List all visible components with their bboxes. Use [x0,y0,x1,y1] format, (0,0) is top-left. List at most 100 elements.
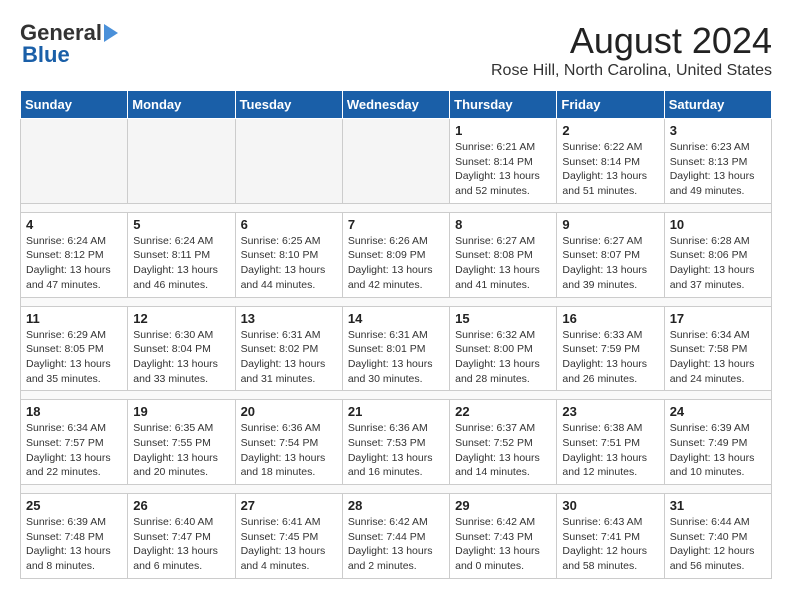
day-info: Sunrise: 6:42 AM Sunset: 7:44 PM Dayligh… [348,515,444,574]
calendar-week-row: 11Sunrise: 6:29 AM Sunset: 8:05 PM Dayli… [21,306,772,391]
calendar-cell: 27 Sunrise: 6:41 AM Sunset: 7:45 PM Dayli… [235,494,342,579]
day-info: Sunrise: 6:39 AM Sunset: 7:49 PM Dayligh… [670,421,766,480]
day-info: Sunrise: 6:33 AM Sunset: 7:59 PM Dayligh… [562,328,658,387]
day-number: 29 [455,498,551,513]
calendar-week-row: 25 Sunrise: 6:39 AM Sunset: 7:48 PM Dayli… [21,494,772,579]
calendar-week-row: 18Sunrise: 6:34 AM Sunset: 7:57 PM Dayli… [21,400,772,485]
day-number: 2 [562,123,658,138]
title-area: August 2024 Rose Hill, North Carolina, U… [491,20,772,80]
page-subtitle: Rose Hill, North Carolina, United States [491,62,772,80]
day-number: 27 [241,498,337,513]
calendar-cell [21,119,128,204]
calendar-cell [128,119,235,204]
calendar-cell: 30 Sunrise: 6:43 AM Sunset: 7:41 PM Dayli… [557,494,664,579]
day-info: Sunrise: 6:27 AM Sunset: 8:08 PM Dayligh… [455,234,551,293]
calendar-header: SundayMondayTuesdayWednesdayThursdayFrid… [21,91,772,119]
day-number: 26 [133,498,229,513]
logo-blue: Blue [22,42,70,68]
day-number: 22 [455,404,551,419]
weekday-header: Monday [128,91,235,119]
calendar-cell: 29 Sunrise: 6:42 AM Sunset: 7:43 PM Dayli… [450,494,557,579]
calendar-cell: 31 Sunrise: 6:44 AM Sunset: 7:40 PM Dayli… [664,494,771,579]
day-info: Sunrise: 6:25 AM Sunset: 8:10 PM Dayligh… [241,234,337,293]
calendar-cell [235,119,342,204]
day-number: 15 [455,311,551,326]
day-info: Sunrise: 6:21 AM Sunset: 8:14 PM Dayligh… [455,140,551,199]
calendar-cell: 22Sunrise: 6:37 AM Sunset: 7:52 PM Dayli… [450,400,557,485]
day-number: 17 [670,311,766,326]
day-number: 1 [455,123,551,138]
calendar-cell: 18Sunrise: 6:34 AM Sunset: 7:57 PM Dayli… [21,400,128,485]
day-number: 10 [670,217,766,232]
page-title: August 2024 [491,20,772,62]
calendar-cell: 19Sunrise: 6:35 AM Sunset: 7:55 PM Dayli… [128,400,235,485]
calendar-cell: 3 Sunrise: 6:23 AM Sunset: 8:13 PM Daylig… [664,119,771,204]
calendar-cell: 23 Sunrise: 6:38 AM Sunset: 7:51 PM Dayli… [557,400,664,485]
day-info: Sunrise: 6:43 AM Sunset: 7:41 PM Dayligh… [562,515,658,574]
day-number: 21 [348,404,444,419]
day-number: 12 [133,311,229,326]
day-info: Sunrise: 6:22 AM Sunset: 8:14 PM Dayligh… [562,140,658,199]
day-info: Sunrise: 6:26 AM Sunset: 8:09 PM Dayligh… [348,234,444,293]
row-separator [21,203,772,212]
calendar-cell: 21 Sunrise: 6:36 AM Sunset: 7:53 PM Dayli… [342,400,449,485]
day-info: Sunrise: 6:38 AM Sunset: 7:51 PM Dayligh… [562,421,658,480]
day-number: 3 [670,123,766,138]
day-info: Sunrise: 6:34 AM Sunset: 7:58 PM Dayligh… [670,328,766,387]
day-info: Sunrise: 6:31 AM Sunset: 8:01 PM Dayligh… [348,328,444,387]
weekday-header: Friday [557,91,664,119]
day-info: Sunrise: 6:24 AM Sunset: 8:11 PM Dayligh… [133,234,229,293]
day-info: Sunrise: 6:36 AM Sunset: 7:54 PM Dayligh… [241,421,337,480]
day-number: 8 [455,217,551,232]
calendar-cell: 5 Sunrise: 6:24 AM Sunset: 8:11 PM Daylig… [128,212,235,297]
day-number: 28 [348,498,444,513]
day-number: 24 [670,404,766,419]
day-info: Sunrise: 6:41 AM Sunset: 7:45 PM Dayligh… [241,515,337,574]
logo: General Blue [20,20,126,68]
day-number: 30 [562,498,658,513]
calendar-cell [342,119,449,204]
calendar-cell: 16 Sunrise: 6:33 AM Sunset: 7:59 PM Dayli… [557,306,664,391]
day-info: Sunrise: 6:24 AM Sunset: 8:12 PM Dayligh… [26,234,122,293]
day-info: Sunrise: 6:35 AM Sunset: 7:55 PM Dayligh… [133,421,229,480]
day-info: Sunrise: 6:29 AM Sunset: 8:05 PM Dayligh… [26,328,122,387]
calendar-cell: 20Sunrise: 6:36 AM Sunset: 7:54 PM Dayli… [235,400,342,485]
day-info: Sunrise: 6:39 AM Sunset: 7:48 PM Dayligh… [26,515,122,574]
day-number: 5 [133,217,229,232]
day-number: 7 [348,217,444,232]
day-number: 6 [241,217,337,232]
calendar-cell: 13 Sunrise: 6:31 AM Sunset: 8:02 PM Dayli… [235,306,342,391]
day-info: Sunrise: 6:42 AM Sunset: 7:43 PM Dayligh… [455,515,551,574]
calendar-week-row: 1 Sunrise: 6:21 AM Sunset: 8:14 PM Daylig… [21,119,772,204]
weekday-header: Tuesday [235,91,342,119]
logo-arrow-icon [104,24,126,42]
day-info: Sunrise: 6:27 AM Sunset: 8:07 PM Dayligh… [562,234,658,293]
calendar-cell: 25 Sunrise: 6:39 AM Sunset: 7:48 PM Dayli… [21,494,128,579]
day-number: 31 [670,498,766,513]
day-info: Sunrise: 6:23 AM Sunset: 8:13 PM Dayligh… [670,140,766,199]
calendar-cell: 6 Sunrise: 6:25 AM Sunset: 8:10 PM Daylig… [235,212,342,297]
row-separator [21,485,772,494]
calendar-cell: 26 Sunrise: 6:40 AM Sunset: 7:47 PM Dayli… [128,494,235,579]
calendar-cell: 8 Sunrise: 6:27 AM Sunset: 8:08 PM Daylig… [450,212,557,297]
row-separator [21,297,772,306]
day-number: 9 [562,217,658,232]
day-info: Sunrise: 6:40 AM Sunset: 7:47 PM Dayligh… [133,515,229,574]
day-number: 25 [26,498,122,513]
day-number: 14 [348,311,444,326]
calendar-cell: 11Sunrise: 6:29 AM Sunset: 8:05 PM Dayli… [21,306,128,391]
day-info: Sunrise: 6:34 AM Sunset: 7:57 PM Dayligh… [26,421,122,480]
weekday-header: Wednesday [342,91,449,119]
calendar-cell: 15Sunrise: 6:32 AM Sunset: 8:00 PM Dayli… [450,306,557,391]
day-number: 13 [241,311,337,326]
day-info: Sunrise: 6:36 AM Sunset: 7:53 PM Dayligh… [348,421,444,480]
day-info: Sunrise: 6:31 AM Sunset: 8:02 PM Dayligh… [241,328,337,387]
day-number: 23 [562,404,658,419]
calendar-cell: 24 Sunrise: 6:39 AM Sunset: 7:49 PM Dayli… [664,400,771,485]
day-info: Sunrise: 6:44 AM Sunset: 7:40 PM Dayligh… [670,515,766,574]
weekday-header: Thursday [450,91,557,119]
header: General Blue August 2024 Rose Hill, Nort… [20,20,772,80]
day-number: 16 [562,311,658,326]
calendar-cell: 2 Sunrise: 6:22 AM Sunset: 8:14 PM Daylig… [557,119,664,204]
calendar-week-row: 4Sunrise: 6:24 AM Sunset: 8:12 PM Daylig… [21,212,772,297]
